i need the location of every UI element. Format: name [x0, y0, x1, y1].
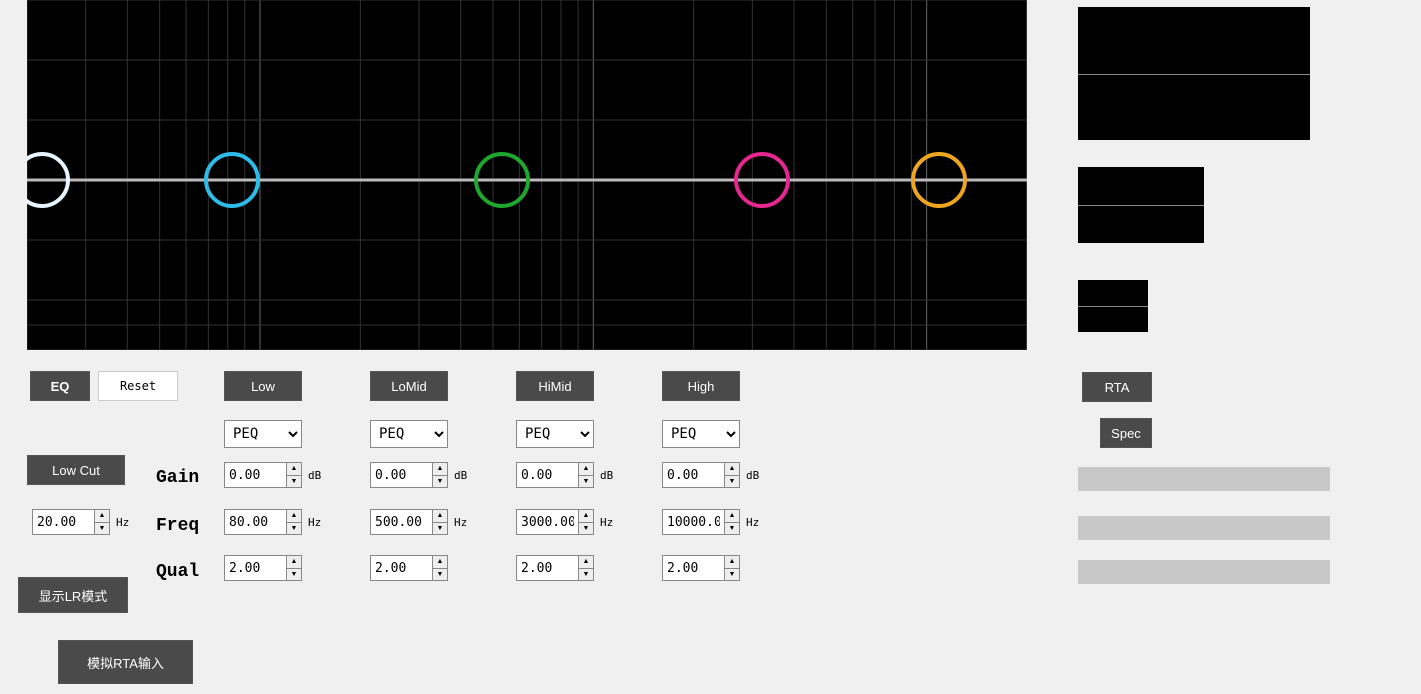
- side-panel-1: [1078, 7, 1310, 140]
- high-qual-input[interactable]: [662, 555, 724, 581]
- low-freq-input[interactable]: [224, 509, 286, 535]
- low-gain-spinner[interactable]: ▲▼ dB: [224, 462, 321, 488]
- spin-down-icon[interactable]: ▼: [287, 476, 301, 488]
- high-gain-input[interactable]: [662, 462, 724, 488]
- spin-down-icon[interactable]: ▼: [95, 523, 109, 535]
- rta-button[interactable]: RTA: [1082, 372, 1152, 402]
- himid-freq-input[interactable]: [516, 509, 578, 535]
- side-strip-3: [1078, 560, 1330, 584]
- eq-button[interactable]: EQ: [30, 371, 90, 401]
- eq-graph[interactable]: [27, 0, 1027, 350]
- spin-down-icon[interactable]: ▼: [433, 523, 447, 535]
- lomid-freq-spinner[interactable]: ▲▼ Hz: [370, 509, 467, 535]
- lomid-type-select[interactable]: PEQ: [370, 420, 448, 448]
- low-freq-spinner[interactable]: ▲▼ Hz: [224, 509, 321, 535]
- spin-down-icon[interactable]: ▼: [433, 476, 447, 488]
- spin-up-icon[interactable]: ▲: [433, 510, 447, 523]
- lomid-gain-input[interactable]: [370, 462, 432, 488]
- spin-down-icon[interactable]: ▼: [287, 569, 301, 581]
- lomid-band-button[interactable]: LoMid: [370, 371, 448, 401]
- high-type-select[interactable]: PEQ: [662, 420, 740, 448]
- high-freq-spinner[interactable]: ▲▼ Hz: [662, 509, 759, 535]
- lomid-gain-spinner[interactable]: ▲▼ dB: [370, 462, 467, 488]
- qual-row-label: Qual: [156, 562, 199, 582]
- spin-down-icon[interactable]: ▼: [287, 523, 301, 535]
- spec-button[interactable]: Spec: [1100, 418, 1152, 448]
- spin-down-icon[interactable]: ▼: [725, 523, 739, 535]
- unit-label: Hz: [454, 516, 467, 529]
- lowcut-freq-input[interactable]: [32, 509, 94, 535]
- low-band-button[interactable]: Low: [224, 371, 302, 401]
- reset-button[interactable]: Reset: [98, 371, 178, 401]
- spin-up-icon[interactable]: ▲: [579, 463, 593, 476]
- himid-freq-spinner[interactable]: ▲▼ Hz: [516, 509, 613, 535]
- lomid-qual-spinner[interactable]: ▲▼: [370, 555, 448, 581]
- spin-down-icon[interactable]: ▼: [725, 476, 739, 488]
- high-gain-spinner[interactable]: ▲▼ dB: [662, 462, 759, 488]
- spin-up-icon[interactable]: ▲: [95, 510, 109, 523]
- himid-gain-input[interactable]: [516, 462, 578, 488]
- spin-up-icon[interactable]: ▲: [433, 556, 447, 569]
- himid-qual-input[interactable]: [516, 555, 578, 581]
- unit-label: Hz: [600, 516, 613, 529]
- unit-label: Hz: [308, 516, 321, 529]
- unit-label: dB: [746, 469, 759, 482]
- spin-down-icon[interactable]: ▼: [579, 569, 593, 581]
- spin-up-icon[interactable]: ▲: [287, 463, 301, 476]
- gain-row-label: Gain: [156, 468, 199, 488]
- high-band-button[interactable]: High: [662, 371, 740, 401]
- spin-up-icon[interactable]: ▲: [725, 463, 739, 476]
- himid-qual-spinner[interactable]: ▲▼: [516, 555, 594, 581]
- spin-down-icon[interactable]: ▼: [579, 523, 593, 535]
- spin-up-icon[interactable]: ▲: [725, 556, 739, 569]
- unit-label: Hz: [116, 516, 129, 529]
- spin-up-icon[interactable]: ▲: [433, 463, 447, 476]
- spin-up-icon[interactable]: ▲: [579, 556, 593, 569]
- himid-type-select[interactable]: PEQ: [516, 420, 594, 448]
- simulate-rta-button[interactable]: 模拟RTA输入: [58, 640, 193, 684]
- high-qual-spinner[interactable]: ▲▼: [662, 555, 740, 581]
- side-strip-1: [1078, 467, 1330, 491]
- spin-up-icon[interactable]: ▲: [725, 510, 739, 523]
- unit-label: dB: [454, 469, 467, 482]
- side-strip-2: [1078, 516, 1330, 540]
- spin-up-icon[interactable]: ▲: [579, 510, 593, 523]
- low-gain-input[interactable]: [224, 462, 286, 488]
- lr-mode-button[interactable]: 显示LR模式: [18, 577, 128, 613]
- spin-up-icon[interactable]: ▲: [287, 556, 301, 569]
- spin-up-icon[interactable]: ▲: [287, 510, 301, 523]
- spin-down-icon[interactable]: ▼: [725, 569, 739, 581]
- lowcut-freq-spinner[interactable]: ▲▼ Hz: [32, 509, 129, 535]
- himid-gain-spinner[interactable]: ▲▼ dB: [516, 462, 613, 488]
- spin-down-icon[interactable]: ▼: [433, 569, 447, 581]
- unit-label: Hz: [746, 516, 759, 529]
- high-freq-input[interactable]: [662, 509, 724, 535]
- unit-label: dB: [308, 469, 321, 482]
- side-panel-3: [1078, 280, 1148, 332]
- lowcut-button[interactable]: Low Cut: [27, 455, 125, 485]
- low-qual-input[interactable]: [224, 555, 286, 581]
- lomid-qual-input[interactable]: [370, 555, 432, 581]
- unit-label: dB: [600, 469, 613, 482]
- himid-band-button[interactable]: HiMid: [516, 371, 594, 401]
- low-type-select[interactable]: PEQ: [224, 420, 302, 448]
- freq-row-label: Freq: [156, 516, 199, 536]
- low-qual-spinner[interactable]: ▲▼: [224, 555, 302, 581]
- side-panel-2: [1078, 167, 1204, 243]
- spin-down-icon[interactable]: ▼: [579, 476, 593, 488]
- lomid-freq-input[interactable]: [370, 509, 432, 535]
